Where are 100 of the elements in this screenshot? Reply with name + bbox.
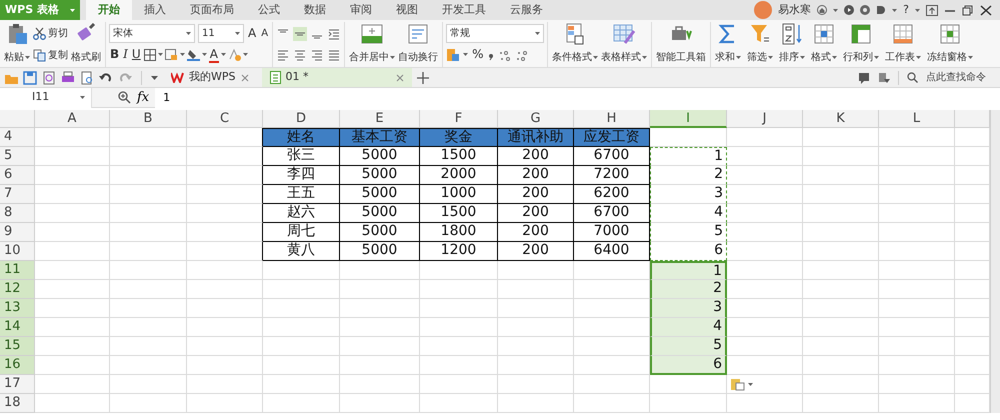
number-format-field[interactable]: 常规 (446, 24, 544, 43)
row-header[interactable]: 15 (0, 337, 35, 356)
format-painter-button[interactable]: 格式刷 (70, 22, 102, 67)
align-left-icon[interactable] (276, 48, 290, 62)
table-cell[interactable]: 3 (650, 299, 727, 318)
restore-icon[interactable] (962, 4, 974, 16)
menu-tab[interactable]: 审阅 (338, 0, 384, 20)
caret-icon[interactable] (151, 76, 158, 80)
row-header[interactable]: 16 (0, 356, 35, 375)
empty-cell[interactable] (187, 204, 263, 223)
paste-button[interactable]: 粘贴 (3, 22, 31, 67)
row-header[interactable]: 14 (0, 318, 35, 337)
vertical-scrollbar[interactable] (990, 110, 1000, 413)
empty-cell[interactable] (187, 185, 263, 204)
row-header[interactable]: 5 (0, 147, 35, 166)
table-cell[interactable]: 1 (650, 147, 727, 166)
shrink-font-button[interactable]: A (260, 25, 270, 42)
column-header[interactable]: C (187, 110, 263, 128)
font-name-field[interactable]: 宋体 (109, 24, 195, 43)
menu-tab[interactable]: 插入 (132, 0, 178, 20)
grow-font-button[interactable]: A (247, 25, 258, 42)
underline-button[interactable]: U (130, 46, 142, 63)
wrap-text-button[interactable]: 自动换行 (397, 22, 440, 67)
column-header[interactable]: B (110, 110, 187, 128)
column-header[interactable]: I (650, 110, 727, 128)
table-cell[interactable]: 1 (650, 261, 727, 280)
menu-tab[interactable]: 页面布局 (178, 0, 246, 20)
redo-icon[interactable] (118, 70, 132, 84)
row-header[interactable]: 10 (0, 242, 35, 261)
close-icon[interactable] (980, 4, 992, 16)
undo-icon[interactable] (99, 70, 113, 84)
command-search-field[interactable]: 点此查找命令 (926, 70, 992, 85)
menu-tab[interactable]: 视图 (384, 0, 430, 20)
row-header[interactable]: 6 (0, 166, 35, 185)
copy-button[interactable]: 复制 (32, 45, 69, 65)
column-header[interactable]: H (574, 110, 650, 128)
print-preview-icon[interactable] (80, 70, 94, 84)
gear-icon[interactable] (860, 5, 870, 15)
toolbar-button[interactable]: 行和列 (842, 22, 880, 67)
currency-icon[interactable] (446, 48, 460, 62)
select-all-corner[interactable] (0, 110, 35, 128)
menu-tab[interactable]: 公式 (246, 0, 292, 20)
zoom-icon[interactable] (118, 91, 131, 104)
column-header[interactable] (955, 110, 990, 128)
row-header[interactable]: 4 (0, 128, 35, 147)
empty-cell[interactable] (187, 147, 263, 166)
bold-button[interactable]: B (109, 46, 120, 63)
toolbar-button[interactable]: 工作表 (884, 22, 922, 67)
column-header[interactable]: K (803, 110, 879, 128)
toolbar-button[interactable]: 筛选 (746, 22, 774, 67)
formula-field[interactable]: 1 (155, 88, 1000, 108)
toolbar-button[interactable]: 排序 (778, 22, 806, 67)
fill-color-icon[interactable] (186, 48, 200, 61)
table-cell[interactable]: 4 (650, 204, 727, 223)
empty-cell[interactable] (187, 166, 263, 185)
table-cell[interactable]: 5 (650, 337, 727, 356)
window-pin-icon[interactable] (926, 4, 938, 16)
comment-icon[interactable] (858, 72, 870, 84)
menu-tab[interactable]: 开始 (86, 0, 132, 20)
table-cell[interactable]: 5 (650, 223, 727, 242)
paste-options-button[interactable] (729, 376, 754, 392)
toolbar-button[interactable]: 冻结窗格 (926, 22, 974, 67)
align-right-icon[interactable] (310, 48, 324, 62)
column-header[interactable]: J (727, 110, 803, 128)
cell-reference-field[interactable]: I11 (0, 88, 92, 108)
italic-button[interactable]: I (122, 46, 129, 63)
document-tab[interactable]: 我的WPS (163, 68, 256, 87)
column-header[interactable]: A (35, 110, 110, 128)
row-header[interactable]: 17 (0, 375, 35, 394)
row-header[interactable]: 7 (0, 185, 35, 204)
row-header[interactable]: 8 (0, 204, 35, 223)
align-middle-icon[interactable] (293, 26, 308, 40)
help-button[interactable]: ? (903, 2, 909, 18)
empty-cell[interactable] (187, 242, 263, 261)
dropdown-menu-icon[interactable] (878, 72, 890, 84)
insert-function-button[interactable]: fx (131, 88, 156, 108)
column-header[interactable]: G (498, 110, 574, 128)
toolbar-button[interactable]: 条件格式 (551, 22, 600, 67)
row-header[interactable]: 11 (0, 261, 35, 280)
menu-tab[interactable]: 云服务 (498, 0, 555, 20)
toolbar-button[interactable]: 求和 (714, 22, 742, 67)
empty-cell[interactable] (187, 223, 263, 242)
table-cell[interactable]: 2 (650, 280, 727, 299)
print-icon[interactable] (61, 70, 75, 84)
menu-tab[interactable]: 开发工具 (430, 0, 498, 20)
document-tab[interactable]: 01 * (262, 68, 412, 87)
row-header[interactable]: 9 (0, 223, 35, 242)
toolbar-button[interactable]: 智能工具箱 (655, 22, 708, 67)
skin-icon[interactable] (876, 5, 886, 15)
table-cell[interactable]: 4 (650, 318, 727, 337)
percent-button[interactable]: % (471, 46, 484, 63)
merge-center-button[interactable]: 合并居中 (348, 22, 396, 67)
justify-icon[interactable] (327, 48, 342, 62)
export-icon[interactable] (42, 70, 56, 84)
column-header[interactable]: D (263, 110, 340, 128)
table-cell[interactable]: 3 (650, 185, 727, 204)
column-header[interactable]: E (340, 110, 420, 128)
toolbar-button[interactable]: 表格样式 (600, 22, 648, 67)
home-icon[interactable] (817, 5, 828, 15)
toolbar-button[interactable]: 格式 (810, 22, 838, 67)
